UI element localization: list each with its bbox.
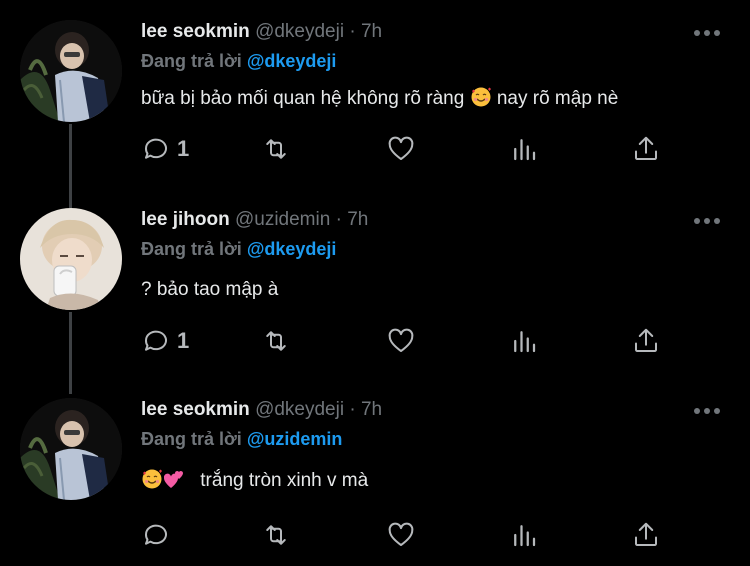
tweet-actions: 1 [141,324,681,358]
timestamp[interactable]: 7h [361,21,382,42]
replying-to-label: Đang trả lời [141,51,242,71]
tweet-text: bữa bị bảo mối quan hệ không rõ ràng nay… [141,86,618,111]
dot-icon [694,218,700,224]
tweet-actions: 1 [141,132,681,166]
retweet-button[interactable] [261,324,291,358]
reply-count: 1 [177,136,190,161]
dot-icon [704,408,710,414]
mention-link[interactable]: @dkeydeji [247,51,337,71]
tweet[interactable]: lee seokmin @dkeydeji · 7h Đang trả lời … [0,20,750,200]
reply-button[interactable]: 1 [141,324,189,358]
replying-to: Đang trả lời @dkeydeji [141,238,336,260]
reply-icon [145,138,167,159]
bar-chart-icon [514,331,536,353]
timestamp[interactable]: 7h [361,399,382,420]
heart-icon [388,328,414,352]
replying-to: Đang trả lời @dkeydeji [141,50,336,72]
username[interactable]: @dkeydeji [255,399,344,420]
tweet-header: lee seokmin @dkeydeji · 7h [141,20,382,44]
bar-chart-icon [514,525,536,547]
more-options-button[interactable] [694,24,722,40]
dot-icon [714,408,720,414]
tweet-text-part: bữa bị bảo mối quan hệ không rõ ràng [141,88,465,109]
tweet[interactable]: lee seokmin @dkeydeji · 7h Đang trả lời … [0,398,750,566]
like-button[interactable] [386,324,416,358]
reply-button[interactable] [141,518,177,552]
two-hearts-icon [163,471,183,488]
share-button[interactable] [631,518,661,552]
tweet-text-part: nay rõ mập nè [496,88,619,109]
retweet-button[interactable] [261,518,291,552]
dot-icon [714,218,720,224]
tweet-text: trắng tròn xinh v mà [141,468,368,493]
retweet-icon [266,525,286,545]
tweet-header: lee jihoon @uzidemin · 7h [141,208,368,232]
separator: · [349,21,356,42]
reply-button[interactable]: 1 [141,132,189,166]
heart-icon [388,136,414,160]
display-name[interactable]: lee jihoon [141,209,230,230]
display-name[interactable]: lee seokmin [141,399,250,420]
reply-icon [145,524,167,545]
bar-chart-icon [514,139,536,161]
username[interactable]: @dkeydeji [255,21,344,42]
dot-icon [714,30,720,36]
share-icon [635,328,657,352]
analytics-button[interactable] [509,518,539,552]
more-options-button[interactable] [694,402,722,418]
tweet-actions [141,518,681,552]
username[interactable]: @uzidemin [235,209,330,230]
replying-to-label: Đang trả lời [141,239,242,259]
avatar[interactable] [20,20,122,122]
retweet-icon [266,331,286,351]
reply-icon [145,330,167,351]
avatar[interactable] [20,208,122,310]
tweet-header: lee seokmin @dkeydeji · 7h [141,398,382,422]
share-icon [635,136,657,160]
retweet-button[interactable] [261,132,291,166]
replying-to-label: Đang trả lời [141,429,242,449]
reply-count: 1 [177,328,190,353]
dot-icon [704,30,710,36]
tweet-text-part: trắng tròn xinh v mà [200,470,369,491]
separator: · [349,399,356,420]
like-button[interactable] [386,132,416,166]
dot-icon [694,408,700,414]
avatar[interactable] [20,398,122,500]
mention-link[interactable]: @dkeydeji [247,239,337,259]
more-options-button[interactable] [694,212,722,228]
like-button[interactable] [386,518,416,552]
dot-icon [694,30,700,36]
smiling-face-with-hearts-icon [142,469,162,489]
mention-link[interactable]: @uzidemin [247,429,343,449]
separator: · [335,209,342,230]
display-name[interactable]: lee seokmin [141,21,250,42]
heart-icon [388,522,414,546]
dot-icon [704,218,710,224]
analytics-button[interactable] [509,132,539,166]
analytics-button[interactable] [509,324,539,358]
share-button[interactable] [631,324,661,358]
retweet-icon [266,139,286,159]
tweet-text: ? bảo tao mập à [141,279,279,300]
tweet[interactable]: lee jihoon @uzidemin · 7h Đang trả lời @… [0,208,750,388]
timestamp[interactable]: 7h [347,209,368,230]
share-icon [635,522,657,546]
share-button[interactable] [631,132,661,166]
replying-to: Đang trả lời @uzidemin [141,428,342,450]
smiling-face-with-hearts-icon [471,87,491,107]
